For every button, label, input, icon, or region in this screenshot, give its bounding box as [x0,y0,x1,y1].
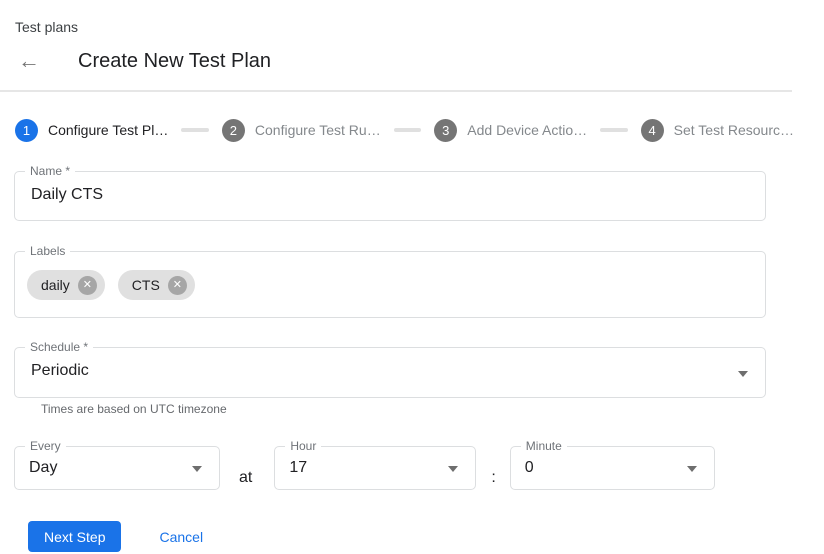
chip-daily[interactable]: daily ✕ [27,270,105,300]
chevron-down-icon [687,466,697,472]
schedule-select-label: Schedule * [25,340,93,355]
step-2-configure-test-run[interactable]: 2 Configure Test Ru… [222,119,381,142]
at-text: at [239,469,252,487]
step-2-badge: 2 [222,119,245,142]
step-3-add-device-actions[interactable]: 3 Add Device Actio… [434,119,587,142]
step-connector [600,128,628,132]
minute-select-label: Minute [521,439,567,454]
labels-field-label: Labels [25,244,70,259]
schedule-select[interactable]: Schedule * Periodic [14,347,766,398]
header-divider [0,90,792,92]
step-3-label: Add Device Actio… [467,122,587,138]
periodic-schedule-row: Every Day at Hour 17 : Minute 0 [14,446,766,490]
breadcrumb: Test plans [0,0,824,35]
step-1-badge: 1 [15,119,38,142]
back-arrow-icon[interactable]: ← [15,47,43,75]
form-actions: Next Step Cancel [28,521,766,552]
minute-select[interactable]: Minute 0 [510,446,715,490]
create-test-plan-form: Name * Daily CTS Labels daily ✕ CTS ✕ Sc… [14,171,766,552]
hour-select-label: Hour [285,439,321,454]
labels-chip-list: daily ✕ CTS ✕ [15,252,765,300]
chip-cts-text: CTS [132,277,160,293]
labels-field[interactable]: Labels daily ✕ CTS ✕ [14,251,766,318]
every-select[interactable]: Every Day [14,446,220,490]
name-field-value[interactable]: Daily CTS [15,172,765,204]
colon-text: : [491,469,495,487]
chevron-down-icon [738,371,748,377]
step-connector [394,128,422,132]
chip-cts[interactable]: CTS ✕ [118,270,195,300]
stepper: 1 Configure Test Pl… 2 Configure Test Ru… [15,118,794,142]
step-connector [181,128,209,132]
step-1-label: Configure Test Pl… [48,122,168,138]
step-2-label: Configure Test Ru… [255,122,381,138]
chip-daily-remove-icon[interactable]: ✕ [78,276,97,295]
title-bar: ← Create New Test Plan [15,47,824,75]
step-4-set-test-resources[interactable]: 4 Set Test Resourc… [641,119,794,142]
name-field[interactable]: Name * Daily CTS [14,171,766,221]
page-title: Create New Test Plan [78,50,271,73]
every-select-label: Every [25,439,66,454]
step-3-badge: 3 [434,119,457,142]
chip-daily-text: daily [41,277,70,293]
schedule-timezone-hint: Times are based on UTC timezone [41,402,766,416]
chip-cts-remove-icon[interactable]: ✕ [168,276,187,295]
chevron-down-icon [192,466,202,472]
next-step-button[interactable]: Next Step [28,521,121,552]
hour-select[interactable]: Hour 17 [274,446,476,490]
step-4-label: Set Test Resourc… [674,122,794,138]
step-1-configure-test-plan[interactable]: 1 Configure Test Pl… [15,119,168,142]
cancel-button[interactable]: Cancel [159,529,203,545]
schedule-select-value: Periodic [15,348,765,380]
name-field-label: Name * [25,164,75,179]
step-4-badge: 4 [641,119,664,142]
chevron-down-icon [448,466,458,472]
